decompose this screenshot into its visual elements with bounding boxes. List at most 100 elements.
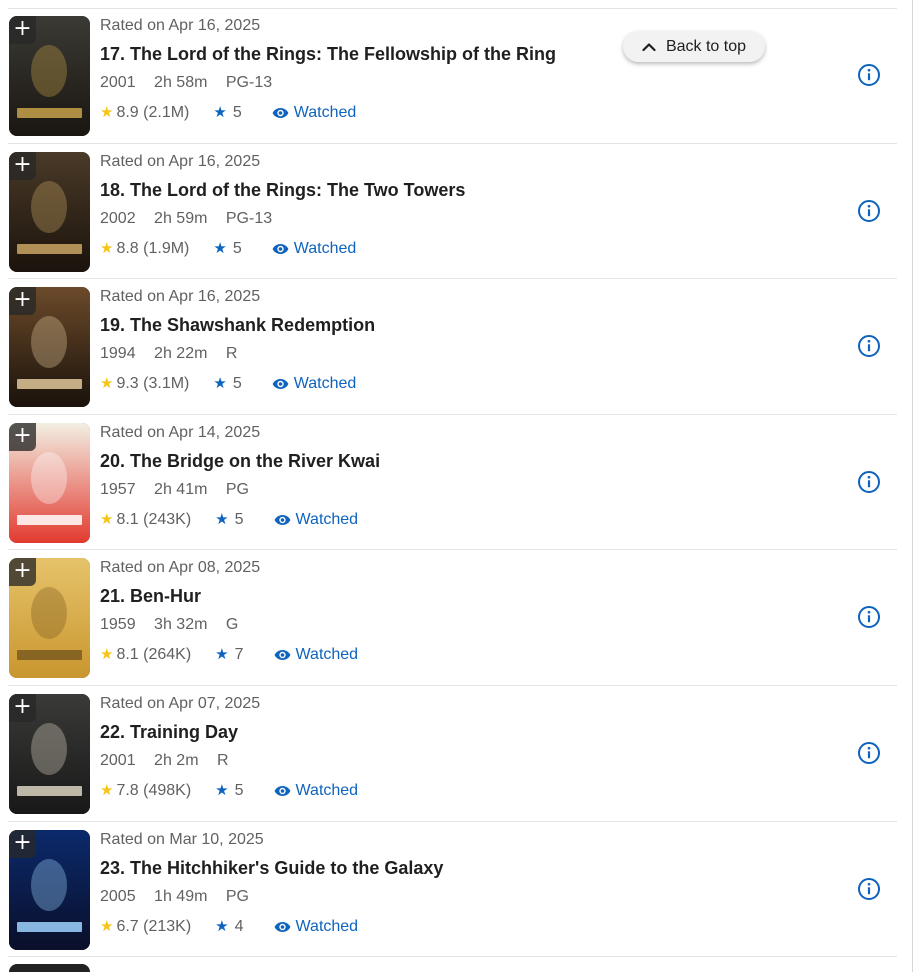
release-year: 2001 [100, 751, 136, 769]
info-icon[interactable] [857, 63, 881, 87]
movie-poster[interactable]: + [9, 287, 90, 408]
add-to-watchlist-button[interactable]: + [9, 422, 36, 451]
add-to-watchlist-button[interactable]: + [9, 287, 36, 316]
movie-metadata: 2005 1h 49m PG [100, 887, 837, 907]
star-icon: ★ [100, 917, 114, 935]
watched-button[interactable]: Watched [274, 510, 358, 530]
info-icon[interactable] [857, 470, 881, 494]
star-icon: ★ [215, 781, 229, 799]
movie-metadata: 2002 2h 59m PG-13 [100, 209, 837, 229]
info-icon[interactable] [857, 877, 881, 901]
eye-icon [274, 514, 290, 525]
user-rating-button[interactable]: ★ 5 [215, 781, 243, 801]
movie-poster[interactable]: + [9, 558, 90, 679]
rated-date: Rated on Mar 10, 2025 [100, 830, 264, 848]
certificate: PG-13 [225, 74, 273, 91]
certificate: PG [225, 480, 249, 498]
movie-info: Rated on Mar 10, 2025 23. The Hitchhiker… [100, 830, 837, 937]
imdb-rating: ★ 6.7 (213K) [100, 917, 191, 937]
next-item-poster-peek [9, 964, 90, 972]
add-to-watchlist-button[interactable]: + [9, 151, 36, 180]
back-to-top-button[interactable]: Back to top [623, 31, 765, 62]
list-item: + Rated on Apr 08, 2025 21. Ben-Hur 1959… [8, 550, 897, 686]
imdb-rating-value: 7.8 (498K) [116, 781, 192, 799]
user-rating-button[interactable]: ★ 5 [213, 374, 241, 394]
movie-poster[interactable]: + [9, 693, 90, 814]
list-item: + Rated on Mar 10, 2025 23. The Hitchhik… [8, 822, 897, 958]
movie-title[interactable]: 19. The Shawshank Redemption [100, 314, 837, 336]
movie-metadata: 2001 2h 58m PG-13 [100, 73, 837, 93]
release-year: 2002 [100, 209, 136, 227]
movie-title[interactable]: 23. The Hitchhiker's Guide to the Galaxy [100, 857, 837, 879]
imdb-rating-value: 8.9 (2.1M) [116, 104, 190, 121]
watched-button[interactable]: Watched [272, 239, 356, 259]
info-icon[interactable] [857, 334, 881, 358]
info-icon[interactable] [857, 199, 881, 223]
certificate: G [225, 616, 239, 634]
star-icon: ★ [215, 510, 229, 528]
movie-title[interactable]: 20. The Bridge on the River Kwai [100, 450, 837, 472]
movie-poster[interactable]: + [9, 422, 90, 543]
info-icon[interactable] [857, 605, 881, 629]
list-item: + Rated on Apr 16, 2025 19. The Shawshan… [8, 279, 897, 415]
movie-stats: ★ 8.9 (2.1M) ★ 5 Watched [100, 103, 837, 123]
runtime: 2h 59m [154, 209, 208, 227]
imdb-rating: ★ 8.9 (2.1M) [100, 103, 189, 123]
release-year: 1959 [100, 616, 136, 634]
runtime: 2h 58m [154, 74, 208, 91]
imdb-rating-value: 6.7 (213K) [116, 917, 192, 935]
movie-stats: ★ 9.3 (3.1M) ★ 5 Watched [100, 374, 837, 394]
scroll-edge-divider [912, 0, 913, 972]
add-to-watchlist-button[interactable]: + [9, 558, 36, 587]
list-item: + Rated on Apr 14, 2025 20. The Bridge o… [8, 415, 897, 551]
chevron-up-icon [642, 42, 656, 51]
star-icon: ★ [100, 510, 114, 528]
watched-label: Watched [295, 917, 359, 935]
info-icon[interactable] [857, 741, 881, 765]
watched-label: Watched [295, 646, 359, 664]
user-rating-button[interactable]: ★ 5 [213, 239, 241, 259]
imdb-rating: ★ 7.8 (498K) [100, 781, 191, 801]
certificate: R [216, 751, 229, 769]
add-to-watchlist-button[interactable]: + [9, 16, 36, 44]
imdb-rating: ★ 8.8 (1.9M) [100, 239, 189, 259]
add-to-watchlist-button[interactable]: + [9, 693, 36, 722]
eye-icon [272, 243, 289, 254]
add-to-watchlist-button[interactable]: + [9, 829, 36, 858]
watched-button[interactable]: Watched [272, 374, 356, 394]
movie-title[interactable]: 22. Training Day [100, 721, 837, 743]
imdb-rating: ★ 8.1 (243K) [100, 510, 191, 530]
movie-title[interactable]: 18. The Lord of the Rings: The Two Tower… [100, 179, 837, 201]
star-icon: ★ [100, 781, 114, 799]
star-icon: ★ [215, 646, 229, 664]
watched-button[interactable]: Watched [274, 781, 359, 801]
movie-poster[interactable]: + [9, 151, 90, 272]
back-to-top-label: Back to top [665, 37, 747, 55]
movie-stats: ★ 6.7 (213K) ★ 4 Watched [100, 917, 837, 937]
watched-button[interactable]: Watched [274, 917, 359, 937]
rated-date: Rated on Apr 08, 2025 [100, 559, 261, 577]
user-rating-button[interactable]: ★ 5 [213, 103, 241, 123]
movie-stats: ★ 8.1 (243K) ★ 5 Watched [100, 510, 837, 530]
certificate: PG [225, 887, 249, 905]
watched-label: Watched [295, 781, 359, 799]
runtime: 2h 2m [154, 751, 199, 769]
list-item: + Rated on Apr 16, 2025 17. The Lord of … [8, 8, 897, 144]
movie-title[interactable]: 21. Ben-Hur [100, 585, 837, 607]
movie-poster[interactable]: + [9, 829, 90, 950]
user-rating-button[interactable]: ★ 4 [215, 917, 243, 937]
release-year: 1994 [100, 345, 136, 363]
movie-poster[interactable]: + [9, 16, 90, 136]
user-rating-button[interactable]: ★ 5 [215, 510, 243, 530]
movie-stats: ★ 8.8 (1.9M) ★ 5 Watched [100, 239, 837, 259]
star-icon: ★ [100, 239, 114, 257]
movie-info: Rated on Apr 16, 2025 18. The Lord of th… [100, 152, 837, 259]
runtime: 1h 49m [154, 887, 208, 905]
runtime: 2h 22m [154, 345, 208, 363]
watched-button[interactable]: Watched [272, 103, 356, 123]
imdb-rating: ★ 8.1 (264K) [100, 645, 191, 665]
movie-metadata: 1957 2h 41m PG [100, 480, 837, 500]
watched-button[interactable]: Watched [274, 645, 359, 665]
movie-metadata: 2001 2h 2m R [100, 751, 837, 771]
user-rating-button[interactable]: ★ 7 [215, 645, 243, 665]
